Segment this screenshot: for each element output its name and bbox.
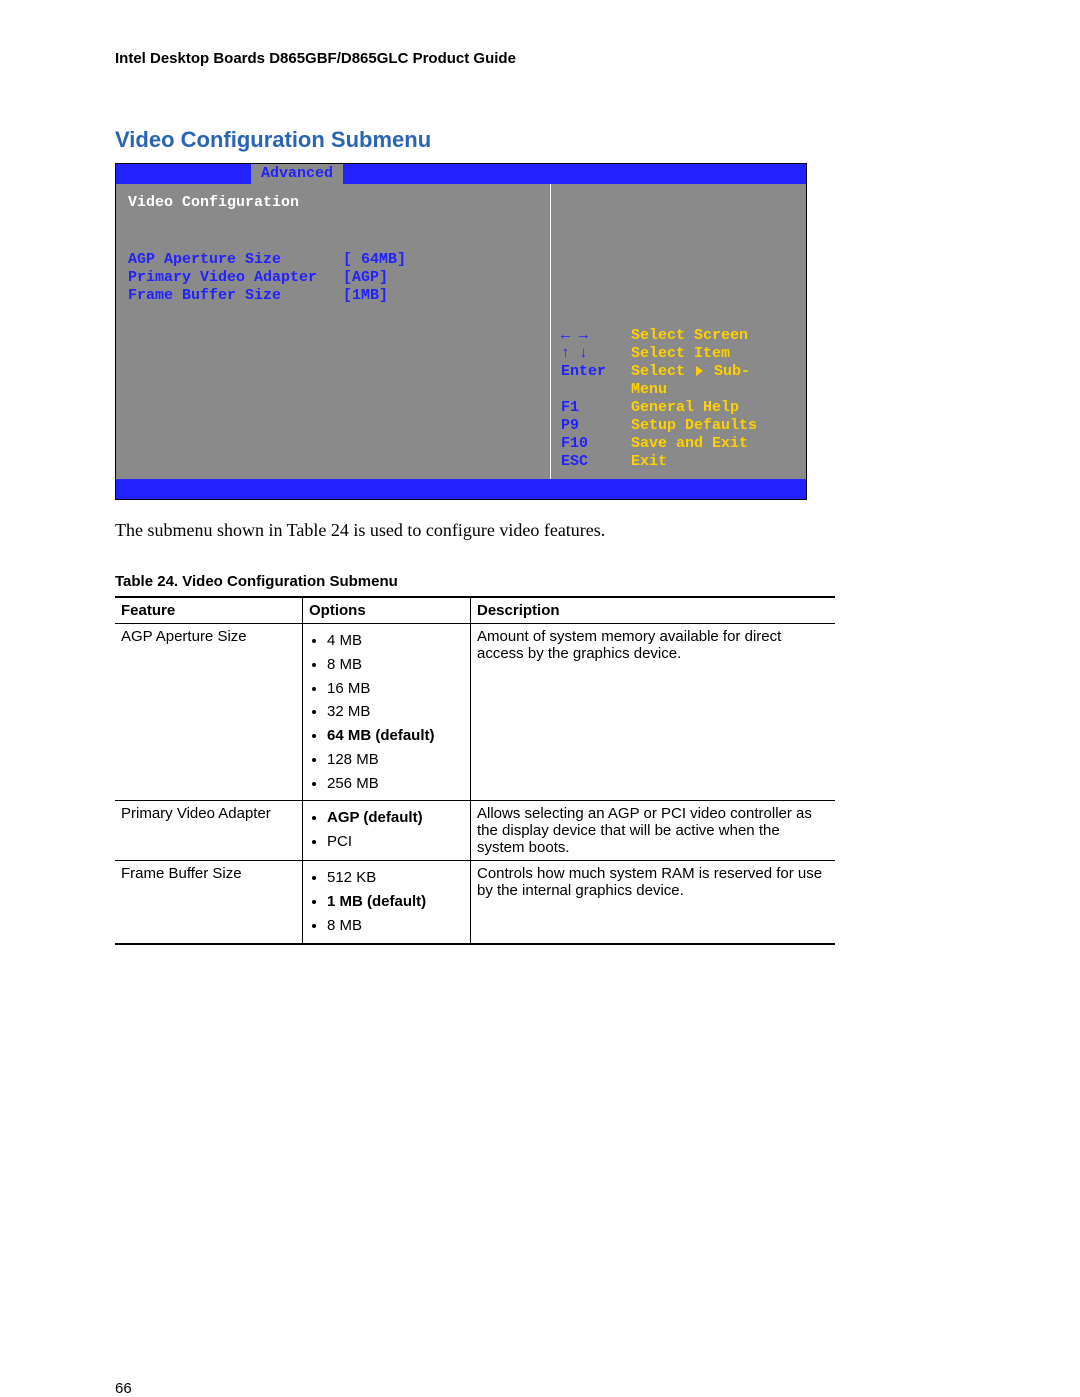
table-row: AGP Aperture Size4 MB8 MB16 MB32 MB64 MB… (115, 624, 835, 801)
bios-submenu-title: Video Configuration (128, 194, 542, 211)
list-item: 32 MB (327, 701, 464, 723)
bios-help-key: ← → (561, 327, 631, 345)
bios-help-row: P9Setup Defaults (561, 417, 796, 435)
bios-help-key: F10 (561, 435, 631, 453)
list-item: 4 MB (327, 630, 464, 652)
bios-help-key: F1 (561, 399, 631, 417)
list-item: 16 MB (327, 678, 464, 700)
bios-help-row: F10Save and Exit (561, 435, 796, 453)
bios-help-action: General Help (631, 399, 796, 417)
bios-help-key (561, 381, 631, 399)
bios-help-row: Menu (561, 381, 796, 399)
cell-options: 512 KB1 MB (default)8 MB (303, 861, 471, 944)
bios-help-row: EnterSelect Sub- (561, 363, 796, 381)
bios-help-action: Select Screen (631, 327, 796, 345)
bios-help-action: Select Item (631, 345, 796, 363)
bios-settings-pane: Video Configuration AGP Aperture Size[ 6… (116, 184, 551, 479)
list-item: 128 MB (327, 749, 464, 771)
bios-screen: Advanced Video Configuration AGP Apertur… (115, 163, 807, 500)
bios-help-row: ESCExit (561, 453, 796, 471)
bios-help-key: ESC (561, 453, 631, 471)
list-item: 8 MB (327, 654, 464, 676)
list-item: 8 MB (327, 915, 464, 937)
bios-setting-value: [AGP] (343, 269, 542, 287)
bios-tabbar: Advanced (116, 164, 806, 184)
bios-help-row: ← →Select Screen (561, 327, 796, 345)
list-item: 512 KB (327, 867, 464, 889)
table-title: Table 24. Video Configuration Submenu (115, 573, 965, 590)
bios-help-key: ↑ ↓ (561, 345, 631, 363)
caption-text: The submenu shown in Table 24 is used to… (115, 518, 965, 543)
col-feature: Feature (115, 597, 303, 624)
bios-setting-value: [1MB] (343, 287, 542, 305)
cell-feature: Primary Video Adapter (115, 801, 303, 861)
bios-help-action: Save and Exit (631, 435, 796, 453)
cell-options: AGP (default)PCI (303, 801, 471, 861)
bios-setting-value: [ 64MB] (343, 251, 542, 269)
bios-help-row: F1General Help (561, 399, 796, 417)
table-row: Frame Buffer Size512 KB1 MB (default)8 M… (115, 861, 835, 944)
list-item: 256 MB (327, 773, 464, 795)
bios-help-action: Menu (631, 381, 796, 399)
bios-setting-label: Primary Video Adapter (128, 269, 343, 287)
col-description: Description (471, 597, 836, 624)
section-title: Video Configuration Submenu (115, 127, 965, 153)
bios-setting-label: AGP Aperture Size (128, 251, 343, 269)
config-table: Feature Options Description AGP Aperture… (115, 596, 835, 945)
bios-help-pane: ← →Select Screen↑ ↓Select ItemEnterSelec… (551, 184, 806, 479)
bios-setting-row[interactable]: AGP Aperture Size[ 64MB] (128, 251, 542, 269)
list-item: 1 MB (default) (327, 891, 464, 913)
cell-feature: AGP Aperture Size (115, 624, 303, 801)
table-row: Primary Video AdapterAGP (default)PCIAll… (115, 801, 835, 861)
bios-setting-row[interactable]: Primary Video Adapter[AGP] (128, 269, 542, 287)
bios-help-action: Setup Defaults (631, 417, 796, 435)
cell-description: Amount of system memory available for di… (471, 624, 836, 801)
bios-help-action: Exit (631, 453, 796, 471)
bios-active-tab[interactable]: Advanced (251, 164, 343, 184)
cell-description: Controls how much system RAM is reserved… (471, 861, 836, 944)
bios-help-key: Enter (561, 363, 631, 381)
list-item: 64 MB (default) (327, 725, 464, 747)
bios-help-row: ↑ ↓Select Item (561, 345, 796, 363)
bios-setting-label: Frame Buffer Size (128, 287, 343, 305)
list-item: AGP (default) (327, 807, 464, 829)
bios-bottombar (116, 479, 806, 499)
page-number: 66 (115, 1380, 132, 1397)
bios-help-action: Select Sub- (631, 363, 796, 381)
cell-options: 4 MB8 MB16 MB32 MB64 MB (default)128 MB2… (303, 624, 471, 801)
list-item: PCI (327, 831, 464, 853)
bios-help-key: P9 (561, 417, 631, 435)
col-options: Options (303, 597, 471, 624)
triangle-right-icon (696, 366, 703, 376)
cell-description: Allows selecting an AGP or PCI video con… (471, 801, 836, 861)
doc-header: Intel Desktop Boards D865GBF/D865GLC Pro… (115, 50, 965, 67)
bios-setting-row[interactable]: Frame Buffer Size[1MB] (128, 287, 542, 305)
cell-feature: Frame Buffer Size (115, 861, 303, 944)
